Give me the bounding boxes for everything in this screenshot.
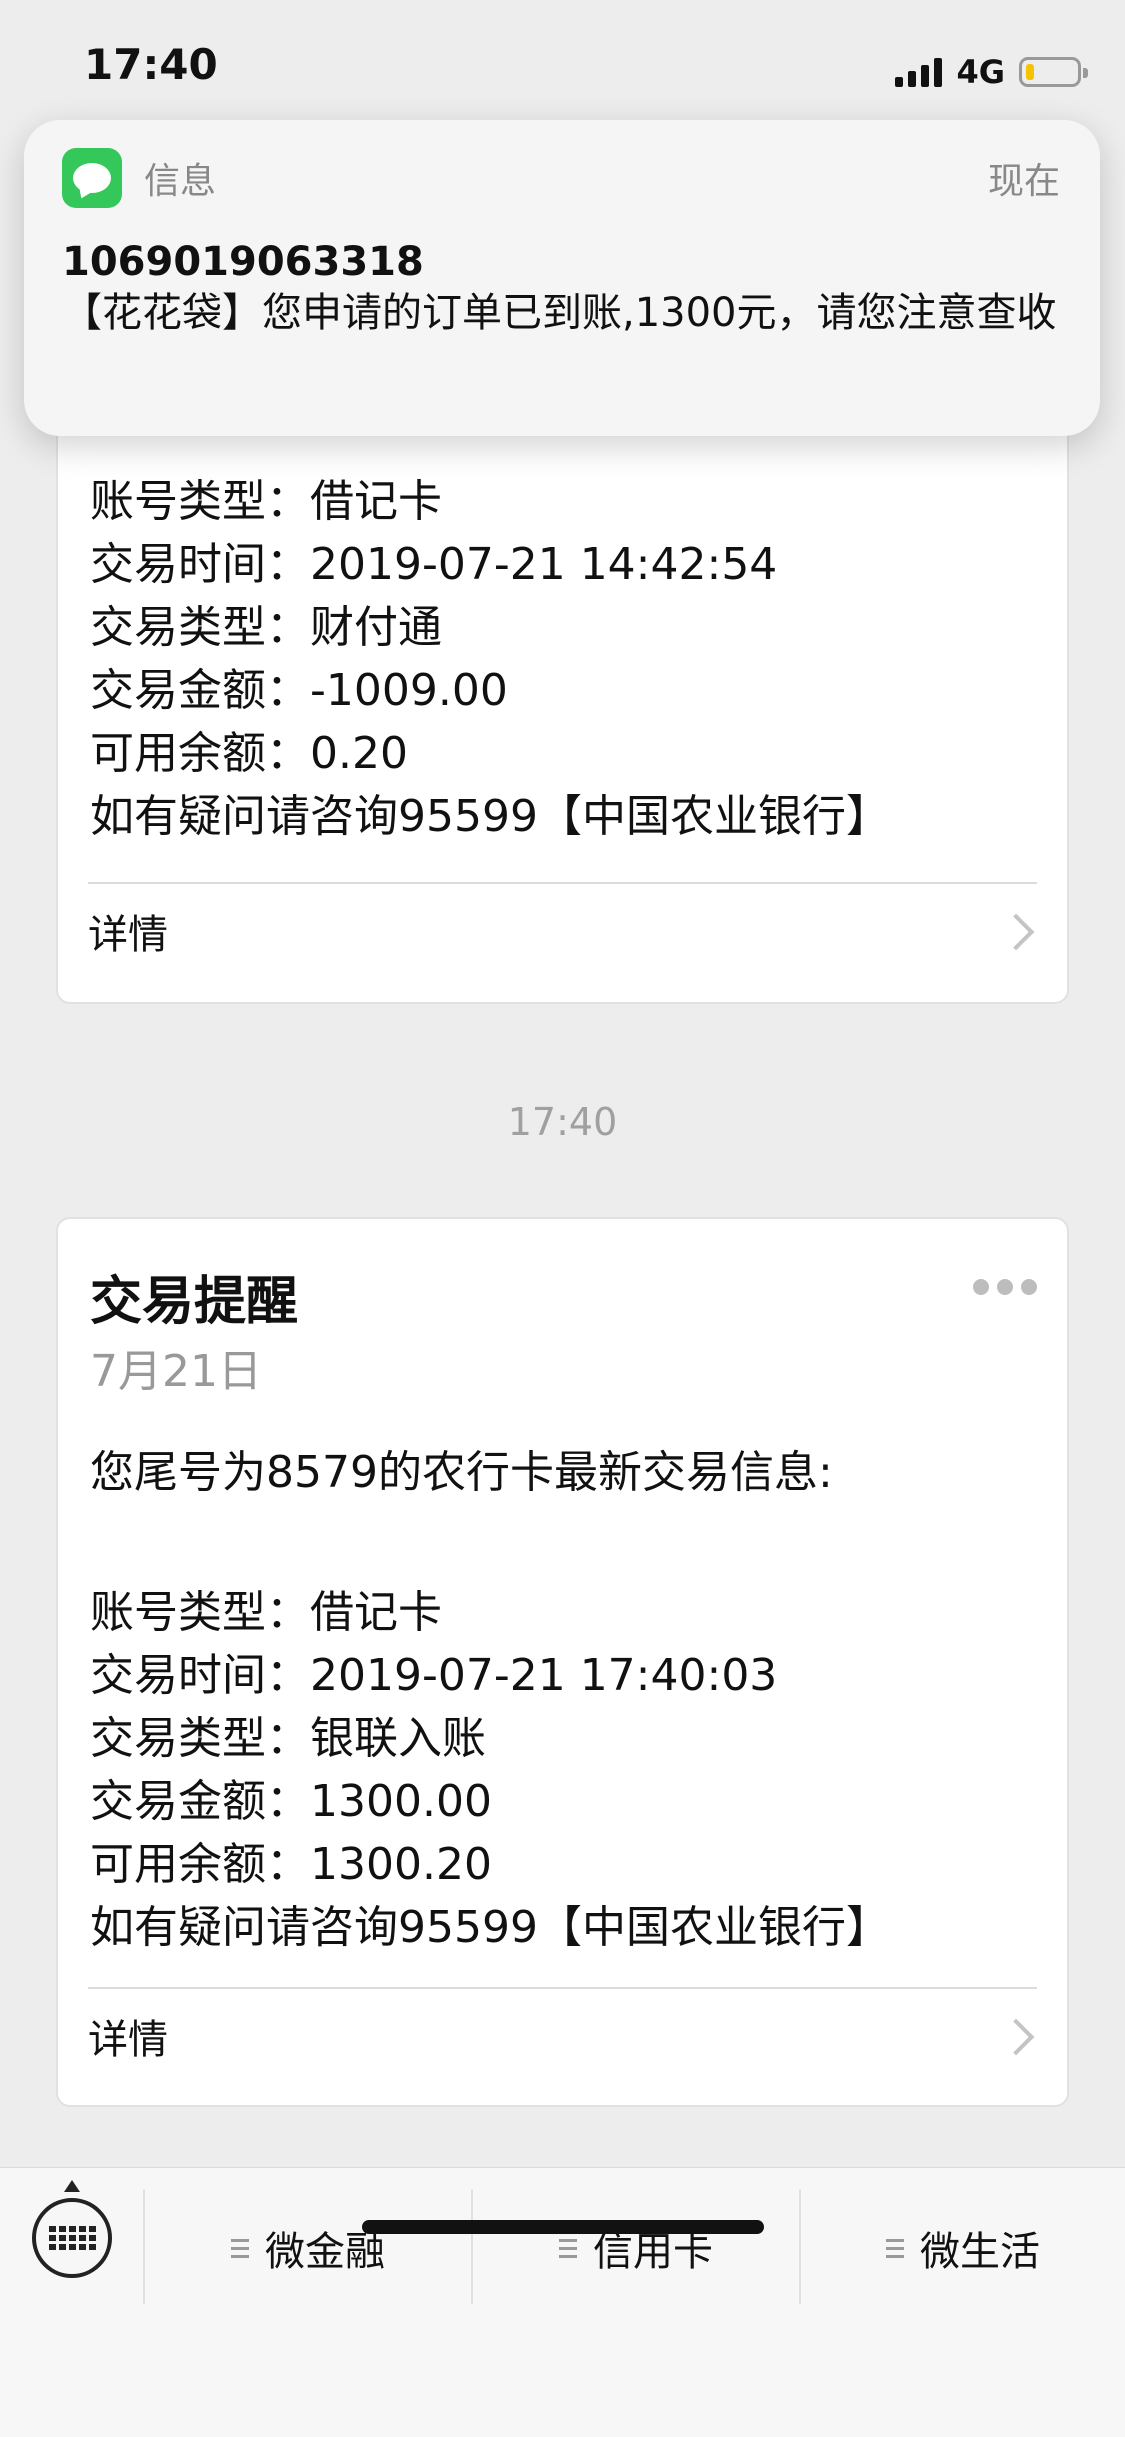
- battery-level: [1026, 64, 1034, 80]
- menu-list-icon: [231, 2238, 249, 2258]
- network-type: 4G: [956, 53, 1005, 91]
- home-indicator[interactable]: [362, 2220, 764, 2234]
- status-bar: 17:40 4G: [0, 0, 1125, 130]
- details-link[interactable]: 详情: [88, 1991, 1037, 2081]
- message-intro: 您尾号为8579的农行卡最新交易信息:: [90, 1447, 833, 1498]
- message-line: 交易类型：银联入账: [90, 1713, 486, 1764]
- menu-item-finance[interactable]: 微金融: [145, 2198, 471, 2298]
- notification-time: 现在: [987, 161, 1060, 202]
- message-line: 交易金额：1300.00: [90, 1776, 492, 1827]
- message-line: 账号类型：借记卡: [90, 1587, 442, 1638]
- status-time: 17:40: [84, 40, 218, 89]
- menu-list-icon: [886, 2238, 904, 2258]
- details-label: 详情: [88, 912, 168, 958]
- message-lines: 账号类型：借记卡 交易时间：2019-07-21 17:40:03 交易类型：银…: [58, 1581, 890, 1959]
- card-divider: [88, 1987, 1037, 1989]
- message-line: 交易时间：2019-07-21 17:40:03: [90, 1650, 778, 1701]
- card-date: 7月21日: [90, 1346, 262, 1397]
- battery-tip: [1083, 68, 1088, 78]
- message-lines: 账号类型：借记卡 交易时间：2019-07-21 14:42:54 交易类型：财…: [58, 470, 890, 848]
- message-line: 交易类型：财付通: [90, 602, 442, 653]
- message-line: 如有疑问请咨询95599【中国农业银行】: [90, 791, 890, 842]
- message-line: 账号类型：借记卡: [90, 476, 442, 527]
- transaction-alert-card: 交易提醒 7月21日 您尾号为8579的农行卡最新交易信息: 账号类型：借记卡 …: [56, 1217, 1069, 2107]
- menu-list-icon: [559, 2238, 577, 2258]
- keyboard-toggle-caret: [64, 2180, 80, 2192]
- message-card: 账号类型：借记卡 交易时间：2019-07-21 14:42:54 交易类型：财…: [56, 400, 1069, 1004]
- menu-item-label: 微生活: [920, 2229, 1040, 2275]
- notification-body: 【花花袋】您申请的订单已到账,1300元，请您注意查收: [62, 290, 1057, 336]
- menu-item-life[interactable]: 微生活: [801, 2198, 1125, 2298]
- messages-icon: [62, 148, 122, 208]
- message-line: 交易金额：-1009.00: [90, 665, 508, 716]
- chevron-right-icon: [997, 2016, 1037, 2056]
- cellular-signal-icon: [895, 57, 943, 87]
- chevron-right-icon: [997, 911, 1037, 951]
- details-label: 详情: [88, 2017, 168, 2063]
- bottom-menu-bar: 微金融 信用卡 微生活: [0, 2167, 1125, 2437]
- more-options-icon[interactable]: [973, 1279, 1037, 1295]
- menu-item-credit-card[interactable]: 信用卡: [473, 2198, 799, 2298]
- message-line: 可用余额：0.20: [90, 728, 408, 779]
- notification-app-name: 信息: [144, 161, 217, 202]
- message-line: 可用余额：1300.20: [90, 1839, 492, 1890]
- battery-icon: [1019, 57, 1088, 87]
- keyboard-icon[interactable]: [32, 2198, 112, 2278]
- notification-header: 信息 现在: [62, 148, 1060, 208]
- message-line: 交易时间：2019-07-21 14:42:54: [90, 539, 778, 590]
- message-line: 如有疑问请咨询95599【中国农业银行】: [90, 1902, 890, 1953]
- status-indicators: 4G: [895, 52, 1088, 92]
- message-timestamp: 17:40: [507, 1100, 618, 1144]
- message-notification-banner[interactable]: 信息 现在 1069019063318 【花花袋】您申请的订单已到账,1300元…: [24, 120, 1100, 436]
- card-title: 交易提醒: [90, 1272, 299, 1332]
- notification-sender: 1069019063318: [62, 239, 424, 285]
- details-link[interactable]: 详情: [88, 886, 1037, 976]
- card-divider: [88, 882, 1037, 884]
